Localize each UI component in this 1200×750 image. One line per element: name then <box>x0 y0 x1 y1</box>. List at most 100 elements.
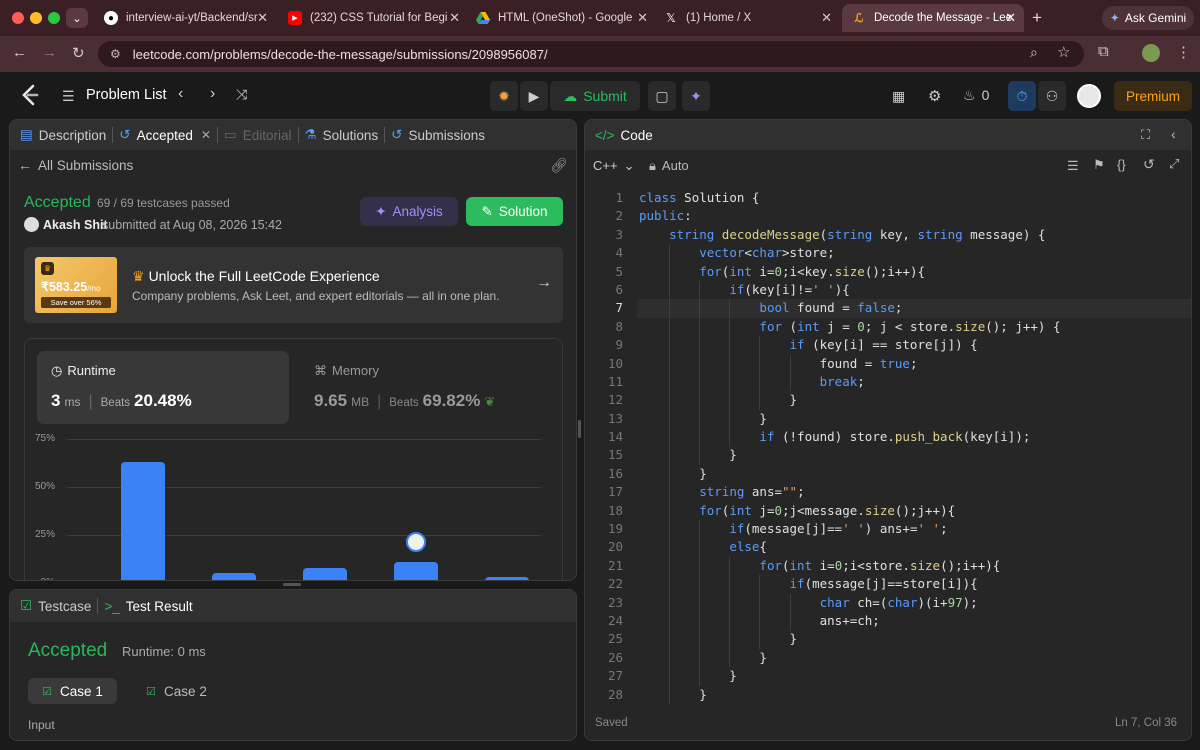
code-line[interactable]: } <box>639 630 1061 648</box>
close-icon[interactable]: ✕ <box>201 128 211 142</box>
browser-tab-github[interactable]: ● interview-ai-yt/Backend/sr ✕ <box>96 4 276 32</box>
code-line[interactable]: for(int i=0;i<store.size();i++){ <box>639 557 1061 575</box>
submit-button[interactable]: ☁ Submit <box>550 81 640 111</box>
close-icon[interactable]: ✕ <box>257 10 268 26</box>
browser-tab-youtube[interactable]: ▶ (232) CSS Tutorial for Begi ✕ <box>280 4 468 32</box>
premium-button[interactable]: Premium <box>1114 81 1192 111</box>
close-icon[interactable]: ✕ <box>637 10 648 26</box>
close-icon[interactable]: ✕ <box>1005 10 1016 26</box>
collapse-chevron-icon[interactable]: ‹ <box>1171 126 1176 142</box>
ask-gemini-button[interactable]: ✦ Ask Gemini <box>1102 6 1194 30</box>
code-line[interactable]: for (int j = 0; j < store.size(); j++) { <box>639 318 1060 336</box>
submitter-name[interactable]: Akash Shit <box>43 218 108 232</box>
premium-promo-banner[interactable]: ♛ ₹583.25/mo Save over 56% ♛ Unlock the F… <box>24 247 563 323</box>
browser-tab-google-drive[interactable]: HTML (OneShot) - Google ✕ <box>468 4 656 32</box>
tab-description[interactable]: ▤ Description <box>10 127 112 143</box>
chart-bar[interactable] <box>212 573 256 580</box>
expand-icon[interactable]: ⤢ <box>1169 156 1179 172</box>
code-line[interactable]: bool found = false; <box>639 299 1061 317</box>
notes-button[interactable]: ▢ <box>648 81 676 111</box>
streak-counter[interactable]: ♨ 0 <box>963 87 989 104</box>
auto-mode[interactable]: 🔒︎ Auto <box>649 158 689 174</box>
code-line[interactable]: class Solution { <box>639 189 1061 207</box>
close-window-button[interactable] <box>12 12 24 24</box>
case-2-tab[interactable]: ☑ Case 2 <box>132 678 221 704</box>
code-line[interactable]: } <box>639 410 1061 428</box>
horizontal-resize-handle[interactable] <box>283 583 301 586</box>
prev-problem-icon[interactable]: ‹ <box>178 85 183 103</box>
code-line[interactable]: } <box>639 686 1061 704</box>
code-line[interactable]: if (key[i] == store[j]) { <box>639 336 1061 354</box>
code-line[interactable]: for(int j=0;j<message.size();j++){ <box>639 502 1061 520</box>
zoom-icon[interactable]: ⌕ <box>1030 44 1038 61</box>
tab-editorial[interactable]: ▭ Editorial <box>218 127 298 143</box>
problem-list-link[interactable]: Problem List <box>86 87 167 103</box>
debug-bug-button[interactable]: ✹ <box>490 81 518 111</box>
maximize-icon[interactable]: ⛶ <box>1141 127 1150 143</box>
code-line[interactable]: if(message[j]==' ') ans+=' '; <box>639 520 1061 538</box>
code-line[interactable]: if(message[j]==store[i]){ <box>639 575 1061 593</box>
code-line[interactable]: } <box>639 649 1061 667</box>
chart-bar[interactable] <box>485 577 529 580</box>
back-arrow-icon[interactable]: ← <box>12 44 27 61</box>
next-problem-icon[interactable]: › <box>210 85 215 103</box>
analysis-button[interactable]: ✦ Analysis <box>360 197 458 226</box>
code-tab[interactable]: </> Code <box>585 128 659 143</box>
browser-tab-leetcode-active[interactable]: ℒ Decode the Message - Lee ✕ <box>842 4 1024 32</box>
forward-arrow-icon[interactable]: → <box>42 44 57 61</box>
bookmark-icon[interactable]: ⚑ <box>1093 157 1105 173</box>
back-arrow-icon[interactable]: ← <box>18 157 32 173</box>
chart-bar[interactable] <box>394 561 438 580</box>
chart-bar[interactable] <box>303 567 347 580</box>
timer-button[interactable]: ⏱ <box>1008 81 1036 111</box>
code-line[interactable]: string decodeMessage(string key, string … <box>639 226 1061 244</box>
runtime-card[interactable]: ◷ Runtime 3 ms | Beats 20.48% <box>37 351 289 424</box>
maximize-window-button[interactable] <box>48 12 60 24</box>
code-line[interactable]: else{ <box>639 538 1061 556</box>
code-area[interactable]: 1 2 3 4 5 6 7 8 9 10 11 12 13 14 15 16 17 18 19 20 21 22 23 24 2… <box>585 187 1191 704</box>
minimize-window-button[interactable] <box>30 12 42 24</box>
avatar[interactable] <box>24 217 39 232</box>
bookmark-star-icon[interactable]: ☆ <box>1057 43 1070 61</box>
vertical-resize-handle[interactable] <box>578 420 581 438</box>
code-line[interactable]: if(key[i]!=' '){ <box>639 281 1061 299</box>
close-icon[interactable]: ✕ <box>449 10 460 26</box>
share-link-icon[interactable]: 🔗︎ <box>550 157 568 174</box>
format-icon[interactable]: ☰ <box>1067 158 1079 174</box>
profile-avatar[interactable] <box>1142 44 1160 62</box>
browser-tab-x[interactable]: 𝕏 (1) Home / X ✕ <box>656 4 840 32</box>
tab-solutions[interactable]: ⚗ Solutions <box>299 127 385 143</box>
code-line[interactable]: } <box>639 667 1061 685</box>
case-1-tab[interactable]: ☑ Case 1 <box>28 678 117 704</box>
tab-testcase[interactable]: ☑ Testcase <box>10 598 97 614</box>
tab-test-result[interactable]: >_ Test Result <box>98 599 198 614</box>
memory-label[interactable]: ⌘ Memory <box>314 363 379 379</box>
ai-assistant-button[interactable]: ✦ <box>682 81 710 111</box>
list-icon[interactable]: ☰ <box>62 88 75 105</box>
code-line[interactable]: char ch=(char)(i+97); <box>639 594 1061 612</box>
tab-search-chevron-icon[interactable]: ⌄ <box>66 8 88 28</box>
layout-grid-icon[interactable]: ▦ <box>892 88 905 105</box>
tab-accepted[interactable]: ↺ Accepted ✕ <box>113 127 217 143</box>
code-line[interactable]: ans+=ch; <box>639 612 1061 630</box>
new-tab-button[interactable]: + <box>1032 8 1042 28</box>
braces-icon[interactable]: {} <box>1117 157 1126 172</box>
solution-button[interactable]: ✎ Solution <box>466 197 563 226</box>
extensions-icon[interactable]: ⧉ <box>1098 43 1109 60</box>
code-line[interactable]: found = true; <box>639 355 1061 373</box>
settings-gear-icon[interactable]: ⚙ <box>928 87 941 105</box>
user-avatar[interactable] <box>1077 84 1101 108</box>
code-line[interactable]: vector<char>store; <box>639 244 1061 262</box>
all-submissions-link[interactable]: All Submissions <box>38 158 133 173</box>
arrow-right-icon[interactable]: → <box>536 274 552 292</box>
language-select[interactable]: C++ ⌄ <box>593 158 634 174</box>
leetcode-logo-icon[interactable] <box>20 84 40 106</box>
browser-menu-icon[interactable]: ⋮ <box>1176 43 1191 61</box>
run-button[interactable]: ▶ <box>520 81 548 111</box>
chart-bar[interactable] <box>121 462 165 580</box>
code-line[interactable]: } <box>639 446 1061 464</box>
code-line[interactable]: string ans=""; <box>639 483 1061 501</box>
code-line[interactable]: for(int i=0;i<key.size();i++){ <box>639 263 1061 281</box>
invite-collaborator-button[interactable]: ⚇ <box>1038 81 1066 111</box>
shuffle-icon[interactable]: ⤨ <box>236 86 247 103</box>
